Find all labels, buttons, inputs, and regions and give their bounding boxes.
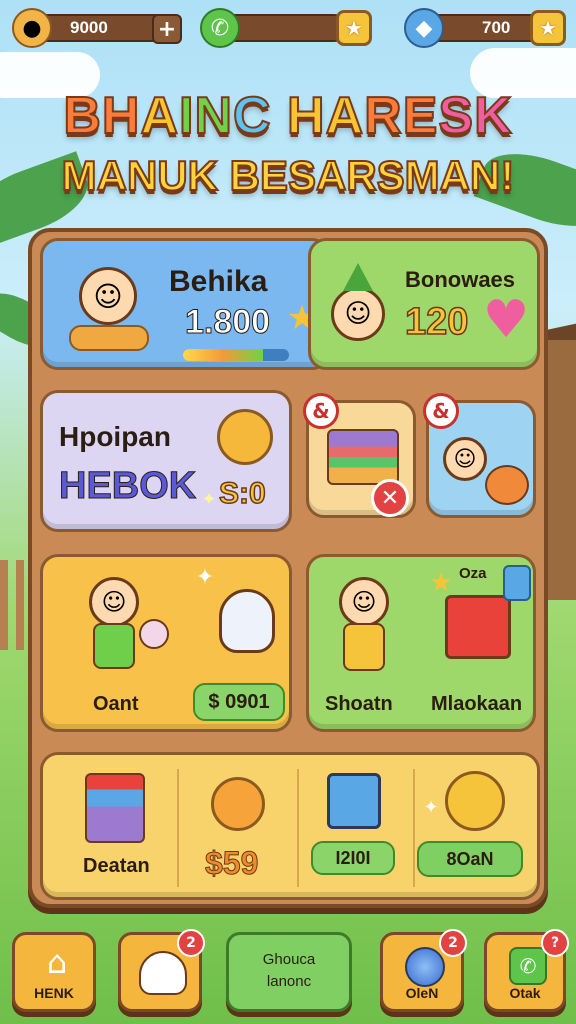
energy-resource[interactable]: ✆ ★ bbox=[200, 6, 372, 48]
notification-badge: 2 bbox=[439, 929, 467, 957]
badge-icon: & bbox=[303, 393, 339, 429]
add-coins-button[interactable]: + bbox=[152, 14, 182, 44]
sparkle-icon: ✦ bbox=[201, 488, 217, 510]
offer-price: S:0 bbox=[218, 476, 266, 511]
fox-icon bbox=[485, 465, 529, 505]
shop-row: Deatan $59 I2I0I ✦ 8OaN bbox=[40, 752, 540, 900]
player-progress-track bbox=[183, 349, 289, 361]
game-title-line-2: MANUK BESARSMAN! bbox=[61, 151, 516, 200]
coin-value: 9000 bbox=[70, 18, 108, 37]
nav-center-label-bottom: lanonc bbox=[266, 973, 312, 990]
home-icon: ⌂ bbox=[46, 943, 68, 981]
pet-icon bbox=[139, 619, 169, 649]
title-part: HA bbox=[286, 86, 365, 146]
friend-avatar: ☺ bbox=[443, 437, 487, 481]
nav-otak-button[interactable]: ✆ ? Otak bbox=[484, 929, 569, 1012]
character-label: Shoatn bbox=[325, 693, 393, 715]
bonus-value: 120 bbox=[404, 300, 469, 344]
boy-body bbox=[93, 623, 135, 669]
close-icon[interactable]: ✕ bbox=[371, 479, 409, 517]
mini-card-shop[interactable]: & ✕ bbox=[303, 393, 416, 518]
cookie-icon: ● bbox=[12, 8, 52, 48]
offer-label: Hpoipan bbox=[59, 421, 171, 452]
game-title-line-1: BHAINC HARESK bbox=[0, 86, 576, 146]
gem-star-button[interactable]: ★ bbox=[530, 10, 566, 46]
nav-otak-label: Otak bbox=[509, 985, 541, 1001]
title-part: RE bbox=[363, 86, 439, 146]
shop-item-2[interactable]: $59 bbox=[204, 845, 258, 882]
phone-box-icon: ✆ bbox=[509, 947, 547, 985]
title-part: BH bbox=[62, 86, 141, 146]
elf-hat-icon bbox=[343, 263, 373, 291]
sparkle-icon: ✦ bbox=[423, 796, 439, 818]
nav-home-label: HENK bbox=[34, 985, 74, 1001]
notification-badge: 2 bbox=[177, 929, 205, 957]
phone-icon: ✆ bbox=[200, 8, 240, 48]
market-stall-icon bbox=[85, 773, 145, 843]
orange-candy-icon bbox=[211, 777, 265, 831]
character-card-left[interactable]: ☺ ✦ Oant $ 0901 bbox=[40, 554, 292, 732]
title-part: IN bbox=[178, 86, 234, 146]
shop-item-1[interactable]: Deatan bbox=[83, 855, 150, 878]
gem-card-icon bbox=[503, 565, 531, 601]
nav-orb-button[interactable]: 2 OleN bbox=[380, 929, 467, 1012]
gem-resource[interactable]: ◆ 700 ★ bbox=[404, 6, 570, 48]
player-name: Behika bbox=[169, 265, 268, 298]
coin-resource[interactable]: ● 9000 + bbox=[8, 6, 182, 48]
cookie-pile-icon bbox=[69, 325, 149, 351]
character-card-right[interactable]: ☺ ★ Oza Shoatn Mlaokaan bbox=[306, 554, 536, 732]
sparkle-icon: ✦ bbox=[195, 564, 215, 590]
mini-card-friends[interactable]: ☺ & bbox=[423, 393, 536, 518]
kid-avatar: ☺ bbox=[339, 577, 389, 627]
title-part: SK bbox=[437, 86, 513, 146]
title-part: C bbox=[232, 86, 288, 146]
character-price-button[interactable]: $ 0901 bbox=[193, 683, 285, 721]
candy-icon bbox=[217, 409, 273, 465]
offer-code: HEBOK bbox=[58, 465, 197, 508]
ghost-pet-icon bbox=[219, 589, 275, 653]
shop-stall-icon bbox=[327, 429, 399, 485]
nav-home-button[interactable]: ⌂ HENK bbox=[12, 932, 96, 1012]
main-board: ☺ Behika 1.800 ★ ☺ Bonowaes 120 ♥ Hpoipa… bbox=[28, 228, 548, 908]
orb-icon bbox=[405, 947, 445, 987]
ghost-icon bbox=[139, 951, 187, 995]
computer-icon bbox=[327, 773, 381, 829]
star-icon: ★ bbox=[429, 568, 453, 598]
gem-icon: ◆ bbox=[404, 8, 444, 48]
shop-divider bbox=[297, 769, 299, 887]
shop-item-3[interactable]: I2I0I bbox=[311, 841, 395, 875]
notification-badge: ? bbox=[541, 929, 569, 957]
heart-icon: ♥ bbox=[482, 290, 530, 350]
kid-body bbox=[343, 623, 385, 671]
shop-item-4[interactable]: 8OaN bbox=[417, 841, 523, 877]
title-part: A bbox=[139, 86, 180, 146]
bonus-card[interactable]: ☺ Bonowaes 120 ♥ bbox=[308, 238, 540, 370]
coin-stack-icon bbox=[445, 771, 505, 831]
player-score: 1.800 bbox=[184, 303, 271, 342]
shop-divider bbox=[413, 769, 415, 887]
character-label-secondary: Mlaokaan bbox=[431, 693, 523, 715]
shop-divider bbox=[177, 769, 179, 887]
badge-icon: & bbox=[423, 393, 459, 429]
offer-card[interactable]: Hpoipan HEBOK S:0 ✦ bbox=[40, 390, 292, 532]
energy-star-button[interactable]: ★ bbox=[336, 10, 372, 46]
boy-avatar: ☺ bbox=[89, 577, 139, 627]
nav-orb-label: OleN bbox=[405, 985, 439, 1001]
nav-center-button[interactable]: Ghouca lanonc bbox=[226, 932, 352, 1012]
cart-icon bbox=[445, 595, 511, 659]
player-avatar: ☺ bbox=[79, 267, 137, 325]
character-label: Oant bbox=[93, 693, 139, 715]
tag-label: Oza bbox=[459, 565, 487, 582]
nav-center-label-top: Ghouca bbox=[262, 951, 316, 968]
player-progress-fill bbox=[183, 349, 263, 361]
elf-avatar: ☺ bbox=[331, 287, 385, 341]
gem-value: 700 bbox=[482, 18, 511, 37]
nav-ghost-button[interactable]: 2 bbox=[118, 929, 205, 1012]
